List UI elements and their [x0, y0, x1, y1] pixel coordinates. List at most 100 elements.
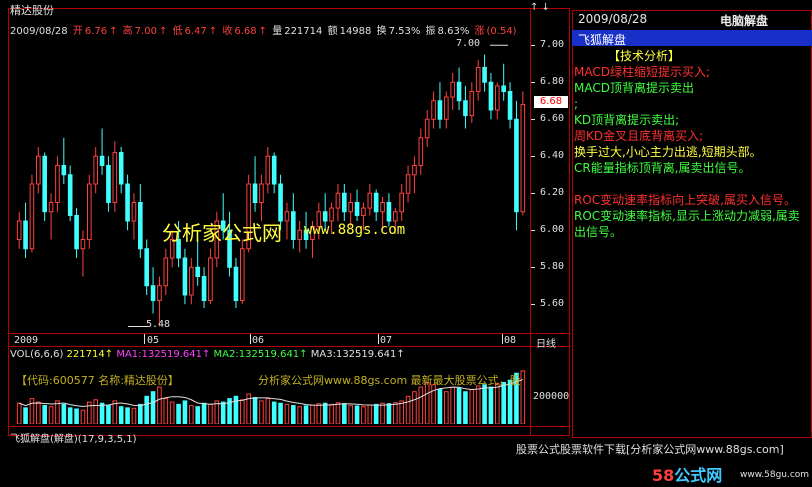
site-logo: 58公式网: [652, 462, 722, 486]
candle-body: [99, 155, 105, 166]
volume-chart[interactable]: [10, 360, 530, 424]
candle-body: [514, 118, 519, 213]
candle: [482, 54, 487, 92]
candlestick-chart[interactable]: [10, 36, 530, 332]
volume-bar: [23, 407, 28, 424]
candle-body: [29, 183, 35, 250]
volume-bar: [208, 403, 213, 424]
price-tick-label: 6.00: [540, 224, 565, 236]
analysis-line: ROC变动速率指标,显示上涨动力减弱,属卖出信号。: [574, 209, 800, 239]
volume-bar: [74, 408, 79, 424]
volume-bar: [412, 391, 417, 424]
download-link[interactable]: 股票公式股票软件下载[分析家公式网www.88gs.com]: [516, 441, 784, 457]
candle: [501, 63, 506, 101]
candle-body: [342, 192, 347, 213]
candle: [42, 152, 47, 221]
side-brand: 电脑解盘: [720, 14, 769, 28]
stock-code-line: 【代码:600577 名称:精达股份】: [16, 374, 179, 387]
candle-body: [278, 183, 283, 222]
volume-bar: [93, 399, 98, 424]
volume-bar: [284, 403, 290, 424]
watermark-url: www.88gs.com: [304, 222, 406, 238]
candle: [265, 147, 271, 194]
volume-bar: [291, 405, 296, 424]
candle-body: [271, 155, 277, 185]
candle-body: [450, 81, 455, 98]
analysis-line: KD顶背离提示卖出;: [574, 113, 680, 127]
vol-value: 221714: [66, 349, 105, 360]
candle: [450, 73, 455, 110]
volume-bar: [67, 407, 73, 424]
candle-body: [87, 183, 92, 240]
time-axis-divider: [8, 333, 570, 334]
analysis-line: MACD绿柱缩短提示买入;: [574, 65, 711, 79]
candle: [520, 91, 526, 216]
volume-bar: [131, 407, 137, 424]
volume-bar: [322, 402, 328, 424]
volume-bar: [61, 403, 67, 424]
scroll-arrows-icon[interactable]: ↑ ↓: [530, 2, 550, 13]
volume-bar: [348, 405, 353, 424]
candle: [138, 184, 143, 258]
volume-bar: [380, 402, 385, 424]
candle-body: [322, 211, 328, 222]
volume-bar: [361, 406, 366, 424]
watermark-line: 分析家公式网www.88gs.com 最新最大股票公式，股: [258, 374, 521, 387]
candle: [431, 91, 436, 129]
candle: [144, 239, 149, 295]
candle-body: [405, 174, 411, 194]
volume-bar: [48, 406, 54, 424]
candle-body: [495, 85, 500, 111]
candle: [112, 141, 118, 212]
side-date: 2009/08/28: [578, 12, 648, 26]
up-arrow-icon: ↑: [299, 349, 308, 360]
candle: [456, 67, 462, 110]
candle-body: [131, 202, 137, 222]
price-tick-label: 6.80: [540, 76, 565, 88]
price-tick-label: 7.00: [540, 39, 565, 51]
candle-body: [118, 152, 124, 185]
volume-bar: [99, 402, 105, 424]
candle: [201, 267, 207, 308]
volume-bar: [36, 401, 41, 424]
candle: [342, 184, 347, 221]
candle: [418, 128, 424, 175]
candle-body: [163, 257, 169, 287]
volume-bar: [444, 391, 449, 424]
analysis-lines: 【技术分析】 MACD绿柱缩短提示买入; MACD顶背离提示卖出; KD顶背离提示卖出…: [574, 48, 806, 240]
up-arrow-icon: ↑: [396, 349, 405, 360]
price-tick-label: 6.20: [540, 187, 565, 199]
candle-body: [240, 248, 245, 302]
candle: [412, 156, 417, 194]
volume-bar: [386, 403, 392, 424]
candle: [335, 184, 341, 221]
candle-body: [361, 207, 366, 216]
candle: [240, 239, 245, 305]
time-tick: [378, 334, 379, 344]
period-label[interactable]: 日线: [536, 335, 556, 350]
candle-body: [291, 211, 296, 240]
candle-body: [201, 276, 207, 302]
candle: [16, 211, 22, 249]
volume-bar: [29, 398, 35, 424]
candle-body: [48, 202, 54, 213]
candle: [437, 82, 443, 129]
candle: [424, 110, 430, 147]
volume-bar: [169, 401, 175, 424]
candle-body: [456, 81, 462, 102]
candle-body: [125, 183, 130, 222]
vol-divider: [8, 346, 570, 347]
volume-bar: [450, 386, 455, 424]
vol-ma2: MA2:132519.641: [213, 349, 300, 360]
low-marker: 5.48: [146, 319, 171, 330]
volume-bar: [488, 386, 494, 424]
volume-bar: [399, 400, 404, 424]
volume-bar: [501, 381, 506, 424]
volume-bar: [138, 403, 143, 424]
candle-body: [284, 211, 290, 222]
volume-bar: [456, 387, 462, 424]
candle-body: [463, 100, 468, 117]
candle: [252, 156, 258, 212]
analysis-line: ROC变动速率指标向上突破,属买入信号。: [574, 193, 796, 207]
logo-text: 公式网: [674, 466, 723, 485]
